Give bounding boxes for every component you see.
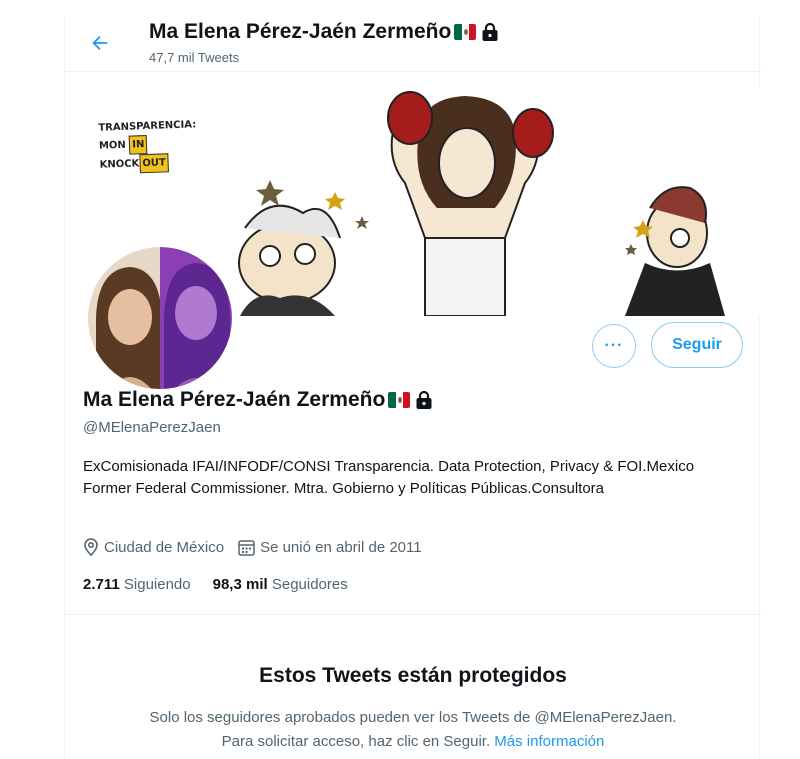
- profile-name-text: Ma Elena Pérez-Jaén Zermeño: [83, 388, 386, 411]
- profile-header-bar: Ma Elena Pérez-Jaén Zermeño 47,7 mil Twe…: [65, 16, 761, 72]
- profile-meta: Ciudad de México Se unió en abril de 201…: [83, 538, 436, 556]
- header-name-text: Ma Elena Pérez-Jaén Zermeño: [149, 20, 452, 43]
- profile-joined: Se unió en abril de 2011: [238, 539, 422, 556]
- profile-name: Ma Elena Pérez-Jaén Zermeño: [83, 388, 433, 412]
- back-button[interactable]: [87, 30, 113, 56]
- protected-message: Solo los seguidores aprobados pueden ver…: [65, 706, 761, 754]
- mexico-flag-icon: [388, 392, 411, 408]
- mexico-flag-icon: [454, 24, 477, 40]
- cartoon-figure-right: [625, 186, 725, 316]
- profile-page: Ma Elena Pérez-Jaén Zermeño 47,7 mil Twe…: [64, 16, 761, 759]
- more-info-link[interactable]: Más información: [494, 733, 604, 750]
- profile-bio: ExComisionada IFAI/INFODF/CONSI Transpar…: [83, 458, 695, 497]
- location-text: Ciudad de México: [104, 538, 225, 556]
- profile-stats: 2.711 Siguiendo 98,3 mil Seguidores: [83, 576, 370, 593]
- header-name: Ma Elena Pérez-Jaén Zermeño: [149, 20, 499, 44]
- header-tweet-count: 47,7 mil Tweets: [149, 50, 240, 65]
- back-arrow-icon: [92, 35, 108, 51]
- joined-text: Se unió en abril de 2011: [260, 538, 422, 556]
- cartoon-figure-center: [387, 91, 554, 316]
- profile-location: Ciudad de México: [83, 538, 224, 556]
- followers-link[interactable]: 98,3 mil Seguidores: [213, 576, 348, 593]
- profile-avatar[interactable]: [84, 243, 236, 393]
- follow-button[interactable]: Seguir: [651, 322, 743, 368]
- more-options-button[interactable]: ···: [592, 324, 636, 368]
- following-link[interactable]: 2.711 Siguiendo: [83, 576, 191, 593]
- followers-label: Seguidores: [271, 576, 348, 593]
- location-icon: [84, 538, 98, 556]
- followers-count: 98,3 mil: [212, 576, 268, 593]
- protected-line: Para solicitar acceso, haz clic en Segui…: [221, 733, 605, 750]
- following-label: Siguiendo: [123, 576, 191, 593]
- lock-icon: [416, 390, 432, 409]
- more-icon: ···: [604, 337, 624, 354]
- protected-line: Solo los seguidores aprobados pueden ver…: [149, 709, 677, 726]
- lock-icon: [482, 22, 498, 41]
- avatar-photo-left: [88, 247, 162, 389]
- protected-title: Estos Tweets están protegidos: [259, 664, 567, 687]
- profile-handle: @MElenaPerezJaen: [83, 419, 221, 436]
- following-count: 2.711: [83, 576, 120, 593]
- avatar-photo-right: [160, 247, 232, 389]
- section-divider: [65, 614, 761, 615]
- calendar-icon: [238, 539, 255, 556]
- cartoon-figure-left: [238, 180, 369, 316]
